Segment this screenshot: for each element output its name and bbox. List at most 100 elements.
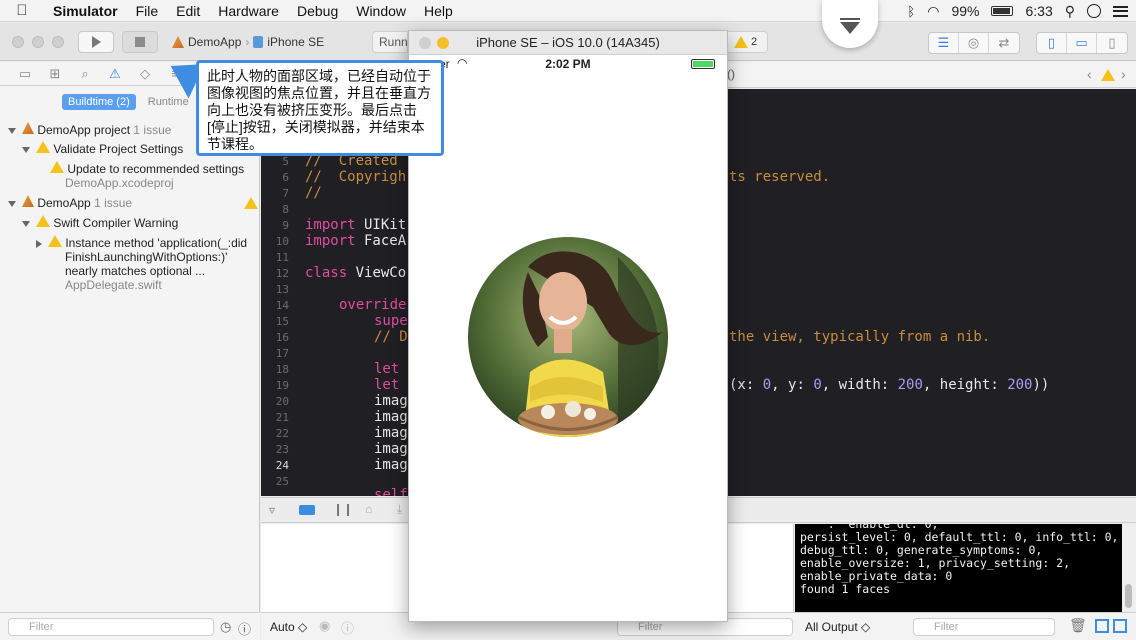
console-view-toggle-icon[interactable]	[1113, 619, 1127, 633]
warning-filter-icon[interactable]: ⓘ	[238, 619, 251, 638]
issue-count: 1 issue	[94, 196, 133, 210]
close-window-button[interactable]	[12, 36, 24, 48]
find-icon[interactable]: ⌕	[70, 66, 100, 82]
navigator-filter-input[interactable]: Filter	[8, 618, 214, 636]
line-number: 19	[275, 379, 289, 392]
bluetooth-icon[interactable]: ᛒ	[907, 4, 915, 19]
debug-area-toggle-icon[interactable]: ▭	[1067, 33, 1097, 53]
warning-icon	[734, 36, 748, 48]
line-number: 23	[275, 443, 289, 456]
menu-window[interactable]: Window	[347, 3, 415, 19]
simulator-title-bar[interactable]: iPhone SE – iOS 10.0 (14A345)	[409, 31, 727, 55]
console-output[interactable]: : enable_dt: 0, persist_level: 0, defaul…	[795, 524, 1122, 612]
test-icon[interactable]: ◇	[130, 66, 160, 82]
battery-icon[interactable]	[991, 6, 1014, 16]
console-line: found 1 faces	[800, 582, 891, 596]
activity-warnings[interactable]: 2	[728, 31, 768, 53]
line-number: 10	[275, 235, 289, 248]
issue-scope-segment[interactable]: Buildtime (2) Runtime	[62, 94, 195, 110]
notification-center-icon[interactable]	[1113, 5, 1128, 17]
warning-icon[interactable]	[1101, 69, 1115, 81]
warning-icon	[50, 161, 64, 173]
console-scrollbar[interactable]	[1122, 524, 1136, 612]
apple-icon[interactable]: 	[0, 2, 44, 19]
xcode-project-icon	[22, 122, 34, 134]
disclosure-triangle-icon[interactable]	[8, 200, 16, 207]
simulator-minimize-button[interactable]	[437, 37, 449, 49]
menu-app-name[interactable]: Simulator	[44, 3, 127, 19]
step-in-icon[interactable]: ⤓	[397, 502, 402, 517]
disclosure-triangle-icon[interactable]	[8, 127, 16, 134]
warning-count: 2	[751, 36, 758, 48]
run-button[interactable]	[78, 31, 114, 53]
issue-item-update-settings[interactable]: Update to recommended settings	[0, 161, 260, 176]
issue-category-swift[interactable]: Swift Compiler Warning	[0, 215, 260, 230]
eye-icon[interactable]: ◉	[319, 618, 330, 634]
menu-edit[interactable]: Edit	[167, 3, 209, 19]
code-line-9: import UIKit	[305, 217, 407, 233]
issue-file: AppDelegate.swift	[65, 278, 162, 292]
console-output-select[interactable]: All Output ◇	[805, 620, 870, 634]
search-icon[interactable]: ⚲	[1065, 3, 1075, 20]
issue-category-title: Swift Compiler Warning	[53, 216, 179, 230]
assistant-editor-icon[interactable]: ◎	[959, 33, 989, 53]
stop-icon	[135, 37, 145, 47]
zoom-window-button[interactable]	[52, 36, 64, 48]
code-line-21: imag	[374, 409, 408, 425]
menu-hardware[interactable]: Hardware	[209, 3, 288, 19]
menu-file[interactable]: File	[127, 3, 168, 19]
line-number: 7	[282, 187, 289, 200]
issue-item-instance-method[interactable]: Instance method 'application(_:did	[0, 235, 260, 250]
battery-percent[interactable]: 99%	[951, 3, 979, 19]
minimize-window-button[interactable]	[32, 36, 44, 48]
menu-debug[interactable]: Debug	[288, 3, 347, 19]
chevron-right-icon[interactable]: ›	[1121, 66, 1126, 82]
breakpoints-toggle-icon[interactable]	[299, 505, 315, 515]
wifi-icon[interactable]: ◠	[927, 3, 939, 20]
stop-button[interactable]	[122, 31, 158, 53]
code-line-18: let	[374, 361, 400, 377]
clock-filter-icon[interactable]: ◷	[220, 619, 231, 635]
chevron-left-icon[interactable]: ‹	[1087, 66, 1092, 82]
symbol-icon[interactable]: ⊞	[40, 66, 70, 82]
pause-icon[interactable]: ❙❙	[333, 502, 353, 516]
version-editor-icon[interactable]: ⇄	[989, 33, 1019, 53]
disclosure-triangle-icon[interactable]	[22, 146, 30, 153]
issue-file: DemoApp.xcodeproj	[65, 176, 174, 190]
portrait-photo	[468, 237, 668, 437]
step-over-icon[interactable]: ⌂	[365, 502, 372, 516]
trash-icon[interactable]: 🗑	[1069, 617, 1087, 634]
code-line-22: imag	[374, 425, 408, 441]
utilities-toggle-icon[interactable]: ▯	[1097, 33, 1127, 53]
issue-group-target[interactable]: DemoApp 1 issue	[0, 195, 260, 210]
simulator-window[interactable]: iPhone SE – iOS 10.0 (14A345) er ◠ 2:02 …	[408, 30, 728, 622]
info-icon[interactable]: ⓘ	[341, 618, 354, 637]
menu-help[interactable]: Help	[415, 3, 462, 19]
clock[interactable]: 6:33	[1025, 3, 1052, 19]
line-number: 16	[275, 331, 289, 344]
standard-editor-icon[interactable]: ☰	[929, 33, 959, 53]
siri-icon[interactable]	[1087, 4, 1101, 18]
issue-icon[interactable]: ⚠	[100, 66, 130, 82]
code-line-19: let	[374, 377, 400, 393]
disclosure-triangle-icon[interactable]	[36, 239, 42, 248]
ios-battery-icon	[691, 59, 715, 69]
tab-buildtime[interactable]: Buildtime (2)	[62, 94, 136, 110]
scheme-selector[interactable]: DemoApp › iPhone SE	[172, 33, 324, 51]
folder-icon[interactable]: ▭	[10, 66, 40, 82]
line-number: 22	[275, 427, 289, 440]
code-line-12: class ViewCo	[305, 265, 407, 281]
scheme-device: iPhone SE	[267, 35, 325, 49]
jump-bar-fragment[interactable]: ()	[727, 67, 735, 81]
menu-bar:  Simulator File Edit Hardware Debug Win…	[0, 0, 1136, 22]
status-menus: ᛒ ◠ 99% 6:33 ⚲	[907, 0, 1128, 22]
hide-debug-area-icon[interactable]: ▿	[269, 503, 275, 517]
variables-view-toggle-icon[interactable]	[1095, 619, 1109, 633]
console-filter-input[interactable]: Filter	[913, 618, 1055, 636]
editor-mode-segment[interactable]: ☰ ◎ ⇄	[928, 32, 1020, 54]
navigator-toggle-icon[interactable]: ▯	[1037, 33, 1067, 53]
disclosure-triangle-icon[interactable]	[22, 220, 30, 227]
variables-scope-select[interactable]: Auto ◇	[270, 620, 307, 634]
simulator-close-button[interactable]	[419, 37, 431, 49]
panel-toggle-segment[interactable]: ▯ ▭ ▯	[1036, 32, 1128, 54]
